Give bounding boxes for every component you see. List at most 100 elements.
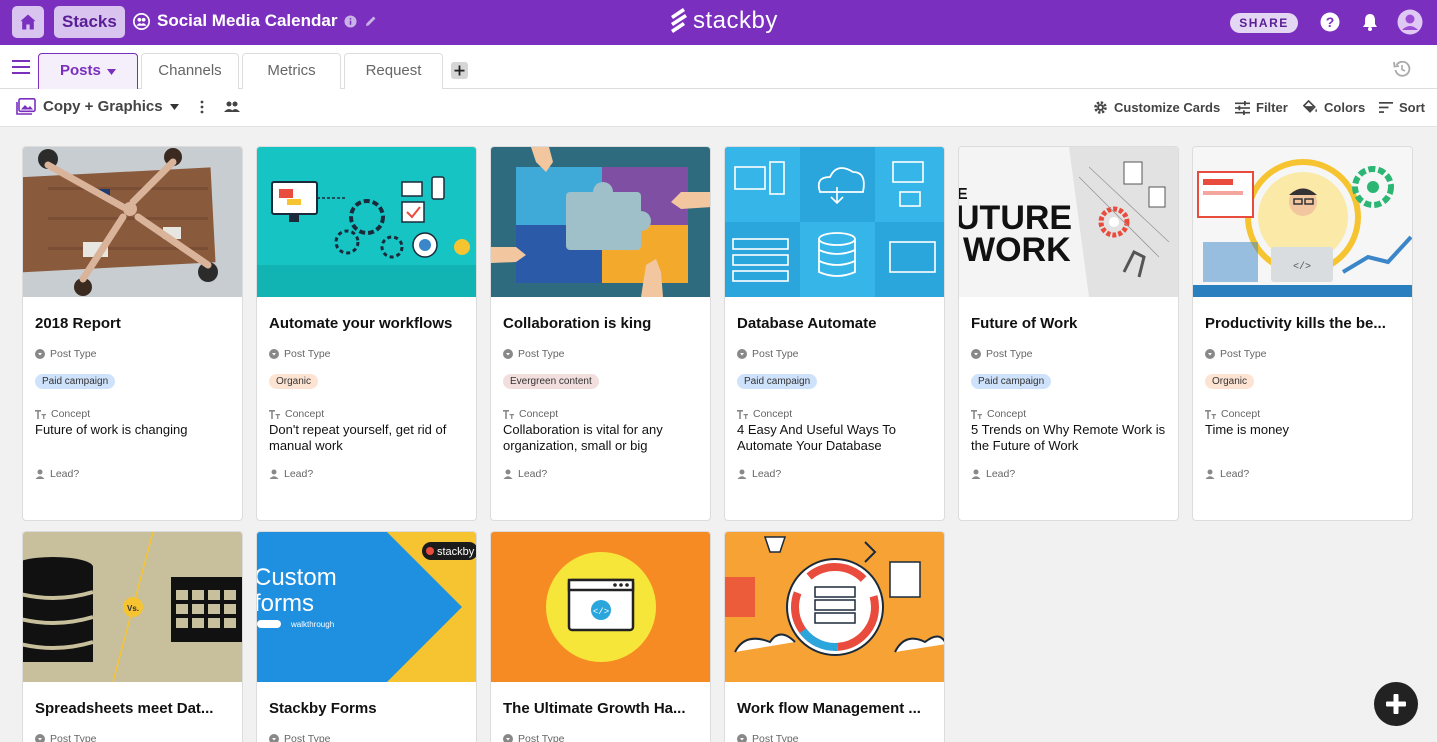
notifications-button[interactable] [1359,11,1381,33]
customize-cards-button[interactable]: Customize Cards [1093,100,1220,115]
concept-text: Collaboration is vital for any organizat… [503,422,663,453]
concept-text: Don't repeat yourself, get rid of manual… [269,422,447,453]
person-icon [35,469,45,479]
sort-button[interactable]: Sort [1379,100,1425,115]
person-icon [1205,469,1215,479]
record-card[interactable]: 2018 Report Post Type Paid campaign Conc… [22,146,243,521]
field-label-concept: Concept [737,408,792,420]
code-window-illustration: </> [491,532,710,682]
tabs-bar: Posts Channels Metrics Request [0,45,1437,89]
field-label-lead: Lead? [737,468,781,480]
tab-request[interactable]: Request [344,53,443,89]
avatar-icon [1397,9,1423,35]
view-toolbar: Copy + Graphics Customize Cards Filter C… [0,89,1437,127]
gallery-view-icon [16,98,36,115]
field-label-lead: Lead? [503,468,547,480]
puzzle-illustration [491,147,710,297]
card-title: Automate your workflows [269,315,453,332]
field-label-concept: Concept [35,408,90,420]
text-field-icon [737,409,748,419]
sort-label: Sort [1399,100,1425,115]
person-icon [737,469,747,479]
field-label-text: Concept [519,408,559,420]
team-handshake-image [23,147,242,297]
card-image: E UTURE WORK [959,147,1178,297]
home-button[interactable] [12,6,44,38]
field-label-lead: Lead? [35,468,79,480]
card-title: Future of Work [971,315,1078,332]
record-card[interactable]: Automate your workflows Post Type Organi… [256,146,477,521]
filter-button[interactable]: Filter [1235,100,1288,115]
record-card[interactable]: stackby Custom forms walkthrough Stackby… [256,531,477,742]
logo-text: stackby [693,7,778,34]
caret-down-icon [107,69,117,75]
card-image: Vs. [23,532,242,682]
tab-posts[interactable]: Posts [38,53,138,89]
colors-button[interactable]: Colors [1303,100,1365,115]
field-label-text: Lead? [1220,468,1250,480]
field-label-post-type: Post Type [269,733,331,742]
single-select-icon [35,349,45,359]
add-record-button[interactable] [1374,682,1418,726]
productivity-illustration: </> [1193,147,1412,297]
field-label-text: Post Type [50,348,97,360]
record-card[interactable]: Vs. Spreadsheets meet Dat... Post Type [22,531,243,742]
help-button[interactable]: ? [1319,11,1341,33]
person-icon [503,469,513,479]
person-icon [269,469,279,479]
field-label-text: Concept [753,408,793,420]
share-button[interactable]: SHARE [1230,13,1298,33]
info-icon[interactable] [344,14,357,28]
svg-text:WORK: WORK [963,231,1071,269]
post-type-tag: Paid campaign [971,374,1052,389]
field-label-post-type: Post Type [1205,348,1267,360]
single-select-icon [503,734,513,742]
tab-channels[interactable]: Channels [141,53,239,89]
hamburger-menu-icon[interactable] [12,60,30,74]
card-image [725,532,944,682]
field-label-lead: Lead? [971,468,1015,480]
card-image: </> [1193,147,1412,297]
filter-label: Filter [1256,100,1288,115]
edit-pencil-icon[interactable] [364,14,378,28]
field-label-post-type: Post Type [737,733,799,742]
record-card[interactable]: Database Automate Post Type Paid campaig… [724,146,945,521]
workflow-machine-illustration [725,532,944,682]
record-card[interactable]: Work flow Management ... Post Type [724,531,945,742]
field-label-post-type: Post Type [971,348,1033,360]
stacks-button[interactable]: Stacks [54,6,125,38]
collaborators-icon[interactable] [224,101,240,113]
user-avatar[interactable] [1397,9,1423,35]
more-options-icon[interactable] [199,100,205,114]
card-image [23,147,242,297]
field-label-concept: Concept [971,408,1026,420]
view-name: Copy + Graphics [43,98,163,115]
single-select-icon [269,349,279,359]
record-card[interactable]: Collaboration is king Post Type Evergree… [490,146,711,521]
field-label-post-type: Post Type [35,733,97,742]
card-image [725,147,944,297]
tab-metrics[interactable]: Metrics [242,53,341,89]
svg-text:Vs.: Vs. [127,604,139,613]
colors-label: Colors [1324,100,1366,115]
record-card[interactable]: </> The Ultimate Growth Ha... Post Type [490,531,711,742]
view-switcher[interactable]: Copy + Graphics [16,98,179,115]
field-label-text: Post Type [284,733,331,742]
field-label-text: Post Type [284,348,331,360]
record-card[interactable]: </> Productivity kills the be... Post Ty… [1192,146,1413,521]
paint-bucket-icon [1303,100,1317,113]
record-card[interactable]: E UTURE WORK Future of Work Post Type Pa… [958,146,1179,521]
automation-illustration [257,147,476,297]
home-icon [20,14,36,30]
card-title: 2018 Report [35,315,121,332]
history-icon[interactable] [1392,59,1412,79]
single-select-icon [737,734,747,742]
concept-text: 5 Trends on Why Remote Work is the Futur… [971,422,1166,453]
card-image [257,147,476,297]
customize-cards-label: Customize Cards [1114,100,1221,115]
field-label-text: Lead? [986,468,1016,480]
concept-text: Time is money [1205,422,1290,437]
add-tab-icon[interactable] [451,62,468,79]
field-label-text: Post Type [518,733,565,742]
field-label-text: Lead? [518,468,548,480]
